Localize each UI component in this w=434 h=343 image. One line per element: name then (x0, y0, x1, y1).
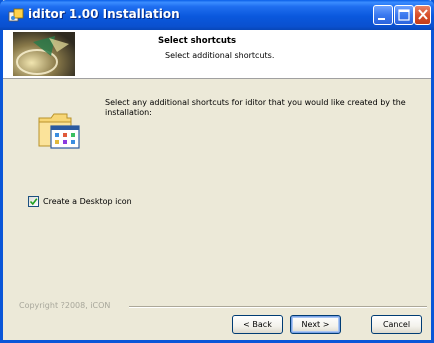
minimize-icon (378, 18, 385, 20)
page-subtitle: Select additional shortcuts. (165, 51, 275, 60)
back-button[interactable]: < Back (232, 315, 283, 334)
cancel-button[interactable]: Cancel (371, 315, 422, 334)
maximize-button[interactable] (394, 5, 414, 25)
close-button[interactable] (414, 5, 431, 25)
copyright-text: Copyright ?2008, iCON (19, 301, 111, 310)
checkmark-icon (29, 198, 38, 206)
close-icon (418, 9, 428, 20)
installer-app-icon (8, 8, 24, 22)
installer-window: iditor 1.00 Installation Select shortcut… (0, 0, 434, 343)
wizard-header: Select shortcuts Select additional short… (3, 30, 431, 79)
maximize-icon (398, 9, 410, 21)
desktop-icon-checkbox[interactable] (28, 196, 39, 207)
header-disc-art (13, 32, 75, 76)
title-bar[interactable]: iditor 1.00 Installation (0, 0, 434, 30)
desktop-icon-label[interactable]: Create a Desktop icon (43, 197, 132, 206)
instruction-text: Select any additional shortcuts for idit… (105, 98, 406, 117)
minimize-button[interactable] (373, 5, 393, 25)
folder-shortcut-icon (38, 113, 80, 149)
page-title: Select shortcuts (158, 36, 237, 46)
footer-divider (129, 306, 427, 308)
next-button[interactable]: Next > (290, 315, 341, 334)
window-title: iditor 1.00 Installation (28, 7, 180, 21)
